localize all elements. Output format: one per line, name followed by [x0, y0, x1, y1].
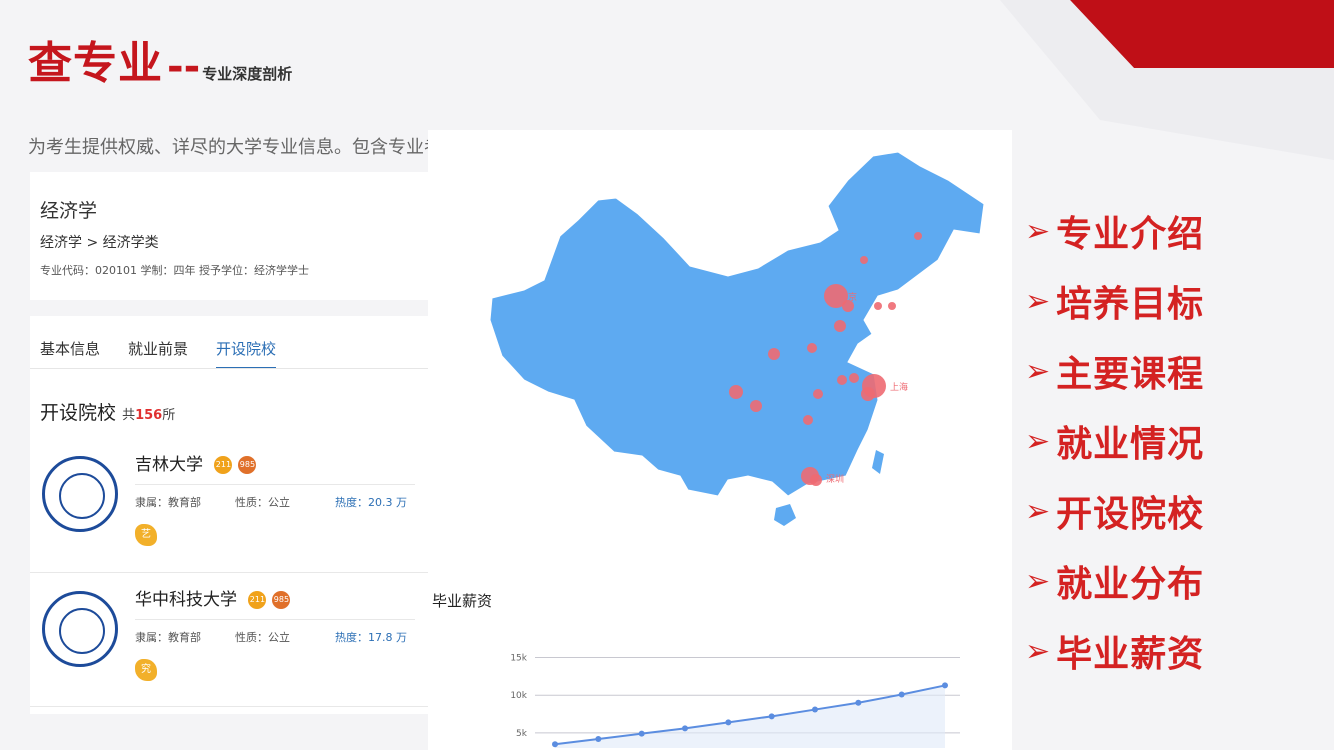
tab-employment[interactable]: 就业前景	[128, 338, 188, 369]
tab-schools[interactable]: 开设院校	[216, 338, 277, 369]
school-tag: 究	[135, 659, 157, 681]
y-tick-label: 10k	[510, 691, 527, 701]
tab-divider	[30, 368, 430, 369]
school-name[interactable]: 华中科技大学	[135, 590, 237, 610]
school-affiliation: 隶属：教育部	[135, 631, 201, 644]
feature-item: ➢ 就业分布	[1025, 563, 1205, 606]
school-heat: 热度：17.8 万	[335, 631, 407, 644]
slide-title: 查专业 -- 专业深度剖析	[28, 38, 292, 90]
arrow-icon: ➢	[1025, 283, 1051, 319]
school-info-row: 隶属：教育部 性质：公立 热度：20.3 万	[135, 494, 407, 510]
school-nature: 性质：公立	[235, 496, 290, 509]
school-name-row: 吉林大学 211 985	[135, 450, 257, 475]
feature-item: ➢ 培养目标	[1025, 283, 1205, 326]
schools-card: 基本信息 就业前景 开设院校 开设院校 共156所 吉林大学 211 985 隶属…	[30, 316, 430, 714]
data-point[interactable]	[855, 699, 862, 706]
tab-bar: 基本信息 就业前景 开设院校	[40, 338, 277, 369]
data-point[interactable]	[812, 706, 818, 713]
feature-item: ➢ 主要课程	[1025, 353, 1205, 396]
school-tag: 艺	[135, 524, 157, 546]
salary-title: 毕业薪资	[432, 592, 493, 610]
arrow-icon: ➢	[1025, 633, 1051, 669]
data-point[interactable]	[942, 682, 948, 689]
data-point[interactable]	[682, 725, 688, 732]
badge-985: 985	[238, 456, 257, 474]
data-point[interactable]	[552, 741, 558, 748]
schools-heading-label: 开设院校	[40, 402, 117, 424]
china-map-shape	[489, 151, 985, 497]
data-point[interactable]	[638, 730, 645, 737]
feature-item: ➢ 专业介绍	[1025, 213, 1205, 256]
china-map: 京 上海 深圳	[489, 151, 985, 526]
map-label-shanghai: 上海	[890, 381, 908, 393]
school-info-row: 隶属：教育部 性质：公立 热度：17.8 万	[135, 629, 407, 645]
school-affiliation: 隶属：教育部	[135, 496, 201, 509]
map-point[interactable]	[803, 415, 813, 425]
y-tick-label: 5k	[516, 729, 528, 739]
arrow-icon: ➢	[1025, 493, 1051, 529]
jilin-university-logo-icon	[42, 456, 118, 532]
divider	[135, 484, 415, 485]
data-point[interactable]	[898, 691, 905, 698]
data-point[interactable]	[595, 735, 602, 742]
school-nature: 性质：公立	[235, 631, 290, 644]
taiwan-shape	[872, 450, 884, 474]
map-point[interactable]	[813, 389, 823, 399]
slide-title-dash: --	[167, 44, 201, 90]
map-point[interactable]	[807, 343, 817, 353]
map-point[interactable]	[888, 302, 896, 310]
y-tick-label: 15k	[510, 654, 527, 664]
map-label-beijing: 京	[848, 291, 857, 303]
salary-chart: 15k 10k 5k	[510, 654, 960, 748]
badge-211: 211	[214, 456, 233, 474]
school-name-row: 华中科技大学 211 985	[135, 585, 291, 610]
data-point[interactable]	[725, 719, 732, 726]
school-name[interactable]: 吉林大学	[135, 455, 203, 475]
feature-item: ➢ 毕业薪资	[1025, 633, 1205, 676]
map-label-shenzhen: 深圳	[826, 474, 844, 485]
major-name: 经济学	[40, 200, 98, 222]
feature-list: ➢ 专业介绍 ➢ 培养目标 ➢ 主要课程 ➢ 就业情况 ➢ 开设院校 ➢ 就业分布 ➢ 毕业薪…	[1025, 196, 1204, 686]
schools-count: 共156所	[122, 408, 176, 423]
map-point[interactable]	[861, 387, 875, 401]
divider	[135, 619, 415, 620]
major-meta: 专业代码：020101 学制：四年 授予学位：经济学学士	[40, 264, 309, 277]
badge-985: 985	[272, 591, 291, 609]
map-point[interactable]	[729, 385, 743, 399]
divider	[30, 572, 430, 573]
school-item-jilin[interactable]: 吉林大学 211 985 隶属：教育部 性质：公立 热度：20.3 万 艺	[40, 446, 430, 566]
badge-211: 211	[248, 591, 267, 609]
arrow-icon: ➢	[1025, 423, 1051, 459]
map-point[interactable]	[810, 474, 822, 486]
map-point[interactable]	[860, 256, 868, 264]
map-point[interactable]	[837, 375, 847, 385]
slide-subtitle: 专业深度剖析	[202, 65, 293, 83]
divider	[30, 706, 430, 707]
hainan-shape	[774, 504, 796, 526]
slide-title-main: 查专业	[28, 38, 163, 89]
map-point[interactable]	[834, 320, 846, 332]
map-point[interactable]	[768, 348, 780, 360]
school-heat: 热度：20.3 万	[335, 496, 407, 509]
map-point[interactable]	[849, 373, 859, 383]
schools-heading: 开设院校 共156所	[40, 398, 175, 425]
hust-logo-icon	[42, 591, 118, 667]
arrow-icon: ➢	[1025, 563, 1051, 599]
feature-item: ➢ 就业情况	[1025, 423, 1205, 466]
school-item-hust[interactable]: 华中科技大学 211 985 隶属：教育部 性质：公立 热度：17.8 万 究	[40, 581, 430, 701]
major-card: 经济学 经济学 > 经济学类 专业代码：020101 学制：四年 授予学位：经济…	[30, 172, 430, 300]
arrow-icon: ➢	[1025, 353, 1051, 389]
data-point[interactable]	[768, 713, 775, 720]
feature-item: ➢ 开设院校	[1025, 493, 1205, 536]
breadcrumb[interactable]: 经济学 > 经济学类	[40, 232, 159, 252]
map-point[interactable]	[750, 400, 762, 412]
map-point[interactable]	[914, 232, 922, 240]
tab-basic-info[interactable]: 基本信息	[40, 338, 100, 369]
arrow-icon: ➢	[1025, 213, 1051, 249]
map-point[interactable]	[874, 302, 882, 310]
